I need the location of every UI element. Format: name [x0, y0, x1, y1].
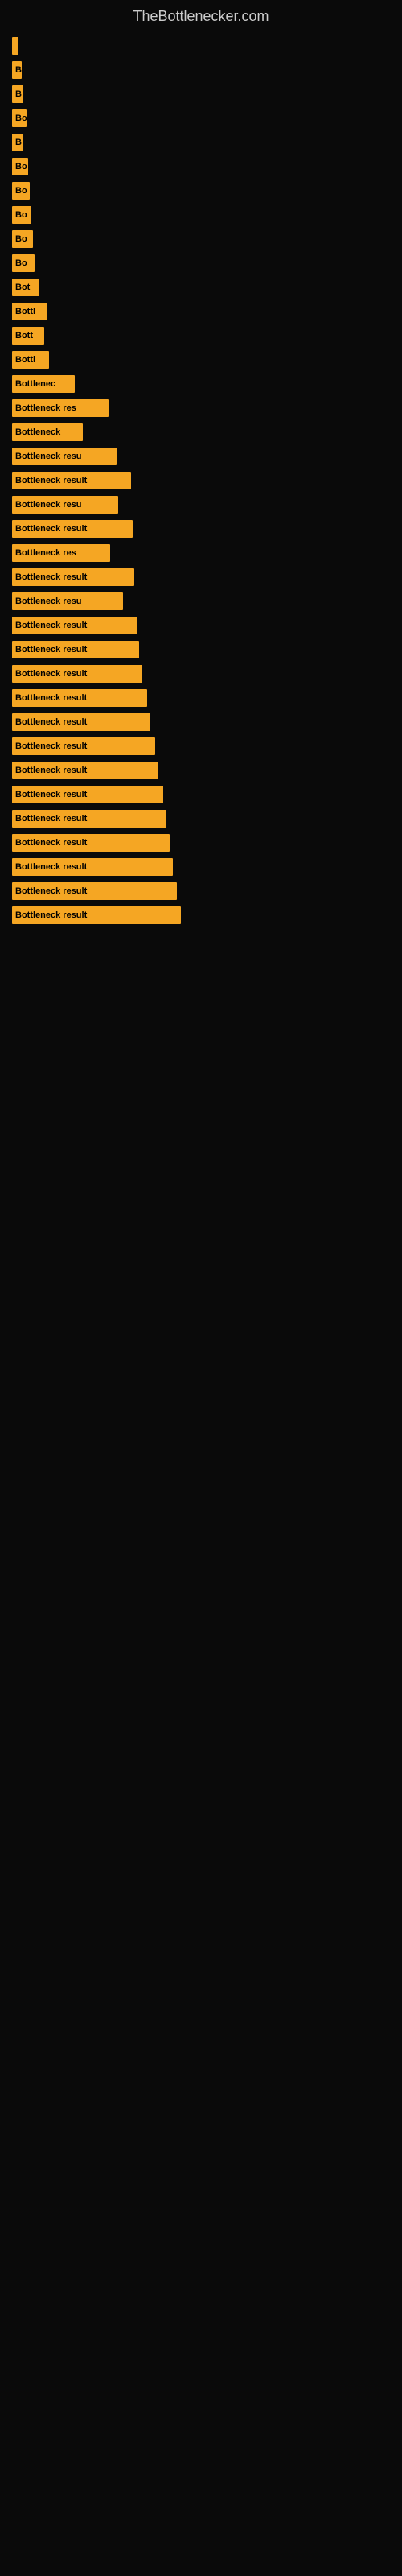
bar-row: Bot [12, 279, 390, 296]
bottleneck-bar: Bottleneck result [12, 665, 142, 683]
bar-row: Bottleneck result [12, 472, 390, 489]
bottleneck-bar: B [12, 85, 23, 103]
bar-row: Bottl [12, 303, 390, 320]
bar-row: Bottl [12, 351, 390, 369]
bar-row: B [12, 85, 390, 103]
bottleneck-bar: Bottleneck resu [12, 448, 117, 465]
bar-row: Bottleneck result [12, 520, 390, 538]
bottleneck-bar: Bottleneck result [12, 906, 181, 924]
bar-row: Bottleneck resu [12, 496, 390, 514]
bar-row: Bottleneck res [12, 399, 390, 417]
bar-row: B [12, 61, 390, 79]
bar-row: Bottleneck result [12, 882, 390, 900]
bottleneck-bar: Bo [12, 182, 30, 200]
bottleneck-bar: Bottleneck result [12, 568, 134, 586]
bar-row: Bottleneck result [12, 834, 390, 852]
bottleneck-bar: Bo [12, 254, 35, 272]
bar-row: Bo [12, 158, 390, 175]
bottleneck-bar: Bottleneck result [12, 689, 147, 707]
bottleneck-bar: Bottleneck result [12, 786, 163, 803]
bottleneck-bar: Bottlenec [12, 375, 75, 393]
bar-row: Bott [12, 327, 390, 345]
bottleneck-bar: Bottleneck result [12, 520, 133, 538]
bar-row: Bo [12, 206, 390, 224]
bar-row: Bottleneck resu [12, 448, 390, 465]
bottleneck-bar: Bottl [12, 303, 47, 320]
bottleneck-bar: Bottleneck [12, 423, 83, 441]
bottleneck-bar: Bo [12, 206, 31, 224]
bar-row: Bottleneck result [12, 810, 390, 828]
bottleneck-bar: Bottleneck resu [12, 592, 123, 610]
bottleneck-bar [12, 37, 18, 55]
bottleneck-bar: Bo [12, 158, 28, 175]
site-title: TheBottlenecker.com [0, 0, 402, 29]
bar-row: Bottleneck result [12, 858, 390, 876]
bar-row: Bottleneck result [12, 617, 390, 634]
bar-row: Bottleneck result [12, 762, 390, 779]
bar-row: Bo [12, 109, 390, 127]
bottleneck-bar: Bottleneck result [12, 762, 158, 779]
bottleneck-bar: Bo [12, 230, 33, 248]
bar-row: Bottleneck result [12, 786, 390, 803]
bottleneck-bar: Bottleneck result [12, 641, 139, 658]
bottleneck-bar: Bottleneck result [12, 737, 155, 755]
bar-row: Bottleneck result [12, 665, 390, 683]
bottleneck-bar: Bottleneck result [12, 858, 173, 876]
bottleneck-bar: Bottleneck result [12, 617, 137, 634]
bottleneck-bar: B [12, 61, 22, 79]
bars-container: BBBoBBoBoBoBoBoBotBottlBottBottlBottlene… [0, 29, 402, 939]
bar-row: Bottleneck result [12, 713, 390, 731]
bar-row: Bottleneck result [12, 689, 390, 707]
bottleneck-bar: Bottleneck result [12, 713, 150, 731]
bottleneck-bar: B [12, 134, 23, 151]
bottleneck-bar: Bott [12, 327, 44, 345]
bottleneck-bar: Bot [12, 279, 39, 296]
bottleneck-bar: Bottleneck result [12, 472, 131, 489]
bottleneck-bar: Bottleneck res [12, 544, 110, 562]
bar-row: Bottleneck resu [12, 592, 390, 610]
bar-row: B [12, 134, 390, 151]
bottleneck-bar: Bottleneck result [12, 834, 170, 852]
site-title-container: TheBottlenecker.com [0, 0, 402, 29]
bottleneck-bar: Bottl [12, 351, 49, 369]
bar-row: Bottleneck [12, 423, 390, 441]
bar-row: Bottleneck result [12, 906, 390, 924]
bar-row: Bottleneck result [12, 568, 390, 586]
bar-row: Bottleneck res [12, 544, 390, 562]
bar-row: Bottleneck result [12, 737, 390, 755]
bar-row: Bottlenec [12, 375, 390, 393]
bar-row: Bo [12, 230, 390, 248]
bottleneck-bar: Bottleneck resu [12, 496, 118, 514]
bar-row: Bo [12, 254, 390, 272]
bottleneck-bar: Bottleneck result [12, 810, 166, 828]
bottleneck-bar: Bottleneck result [12, 882, 177, 900]
bar-row: Bo [12, 182, 390, 200]
bar-row [12, 37, 390, 55]
bar-row: Bottleneck result [12, 641, 390, 658]
bottleneck-bar: Bottleneck res [12, 399, 109, 417]
bottleneck-bar: Bo [12, 109, 27, 127]
